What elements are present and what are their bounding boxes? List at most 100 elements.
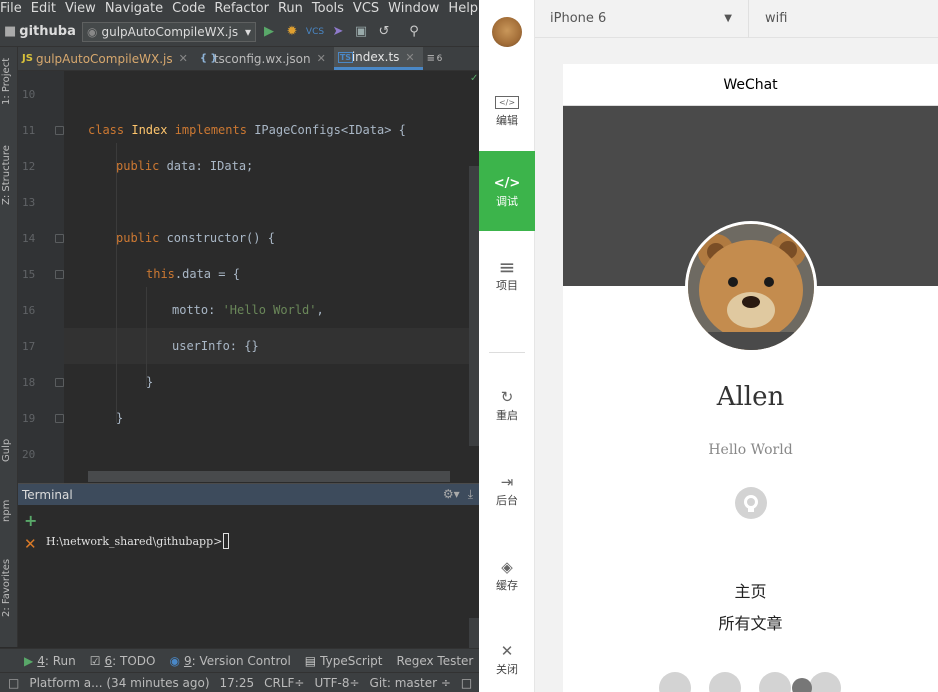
menu-home[interactable]: 主页 <box>563 578 938 602</box>
editor-horizontal-scrollbar[interactable] <box>64 470 469 483</box>
github-icon[interactable] <box>759 672 791 692</box>
debug-icon[interactable]: ✹ <box>282 22 302 42</box>
string-literal: 'Hello World' <box>222 303 317 317</box>
fold-marker-icon[interactable] <box>55 126 64 135</box>
lock-icon[interactable]: □ <box>461 676 472 690</box>
keyword: class <box>88 123 132 137</box>
close-icon[interactable]: ✕ <box>24 535 37 553</box>
github-icon[interactable] <box>709 672 741 692</box>
npm-tool-tab[interactable]: npm <box>1 500 12 522</box>
menu-refactor[interactable]: Refactor <box>214 1 269 16</box>
editor-vertical-scrollbar[interactable]: ✓ <box>469 71 479 483</box>
scroll-thumb[interactable] <box>469 618 479 648</box>
terminal-scrollbar[interactable] <box>469 505 479 648</box>
sidebar-label: 重启 <box>496 409 518 422</box>
fold-marker-icon[interactable] <box>55 270 64 279</box>
devtools-sidebar: </> 编辑 </> 调试 ≡ 项目 ↻ 重启 ⇥ 后台 ◈ 缓存 ✕ 关闭 <box>479 0 535 692</box>
run-icon[interactable]: ▶ <box>259 22 279 42</box>
gear-icon[interactable]: ⚙▾ <box>443 487 460 502</box>
line-number: 12 <box>22 160 36 173</box>
typescript-tool-button[interactable]: ▤ TypeScript <box>305 654 383 668</box>
line-separator[interactable]: CRLF÷ <box>264 676 304 690</box>
nav-bar: WeChat <box>563 64 938 106</box>
caret-position[interactable]: 17:25 <box>220 676 255 690</box>
stop-icon[interactable]: ▣ <box>351 22 371 42</box>
tab-overflow[interactable]: ≡ 6 <box>423 47 451 70</box>
github-icon[interactable] <box>809 672 841 692</box>
menu-tools[interactable]: Tools <box>312 1 344 16</box>
search-icon[interactable]: ⚲ <box>404 22 424 42</box>
close-icon[interactable]: ✕ <box>317 52 326 65</box>
user-motto: Hello World <box>708 442 793 458</box>
tab-tsconfig[interactable]: { } tsconfig.wx.json ✕ <box>196 47 334 70</box>
sidebar-item-edit[interactable]: </> 编辑 <box>479 80 535 140</box>
vcs-commit-icon[interactable]: ➤ <box>328 22 348 42</box>
code-line-15: this.data = { <box>146 267 240 281</box>
run-tool-button[interactable]: ▶ 4: Run <box>24 654 76 668</box>
status-message[interactable]: Platform a... (34 minutes ago) <box>29 676 209 690</box>
menu-navigate[interactable]: Navigate <box>105 1 163 16</box>
menu-window[interactable]: Window <box>388 1 439 16</box>
menu-edit[interactable]: Edit <box>31 1 56 16</box>
project-tool-tab[interactable]: 1: Project <box>1 58 12 105</box>
version-control-tool-button[interactable]: ◉ 9: Version Control <box>169 654 290 668</box>
user-avatar[interactable] <box>492 17 522 47</box>
run-config-label: gulpAutoCompileWX.js <box>101 24 239 39</box>
device-select[interactable]: iPhone 6 ▼ <box>535 0 749 38</box>
mnemonic: 6 <box>104 653 113 668</box>
github-icon[interactable] <box>659 672 691 692</box>
profile-avatar[interactable] <box>685 221 817 353</box>
line-number: 11 <box>22 124 36 137</box>
git-branch[interactable]: Git: master ÷ <box>370 676 451 690</box>
menu-code[interactable]: Code <box>172 1 205 16</box>
network-select[interactable]: wifi <box>749 11 787 26</box>
fold-marker-icon[interactable] <box>55 414 64 423</box>
history-icon[interactable]: ↺ <box>374 22 394 42</box>
folder-icon: ■ <box>4 24 17 39</box>
menu-file[interactable]: File <box>0 1 22 16</box>
sidebar-label: 调试 <box>496 195 518 208</box>
sidebar-item-cache[interactable]: ◈ 缓存 <box>479 550 535 600</box>
menu-help[interactable]: Help <box>448 1 478 16</box>
tabs-menu-icon: ≡ <box>426 53 436 64</box>
vcs-update-icon[interactable]: VCS <box>305 22 325 42</box>
hide-panel-icon[interactable]: ⤓ <box>468 487 473 502</box>
line-number: 18 <box>22 376 36 389</box>
chevron-down-icon: ▾ <box>244 24 251 39</box>
github-icon[interactable] <box>735 487 767 519</box>
fold-marker-icon[interactable] <box>55 378 64 387</box>
code-line-11: class Index implements IPageConfigs<IDat… <box>88 123 406 137</box>
code-editor[interactable]: class Index implements IPageConfigs<IDat… <box>64 71 469 483</box>
tab-index-ts[interactable]: TS index.ts ✕ <box>333 47 423 70</box>
line-number: 15 <box>22 268 36 281</box>
sidebar-item-close[interactable]: ✕ 关闭 <box>479 636 535 682</box>
menu-all-posts[interactable]: 所有文章 <box>563 610 938 634</box>
sidebar-item-project[interactable]: ≡ 项目 <box>479 250 535 300</box>
tab-gulp-js[interactable]: JS gulpAutoCompileWX.js ✕ <box>18 47 196 70</box>
file-encoding[interactable]: UTF-8÷ <box>314 676 359 690</box>
sidebar-item-background[interactable]: ⇥ 后台 <box>479 465 535 515</box>
todo-tool-button[interactable]: ☑ 6: TODO <box>90 654 156 668</box>
terminal-output[interactable]: H:\network_shared\githubapp> <box>44 505 469 648</box>
menu-run[interactable]: Run <box>278 1 303 16</box>
chevron-down-icon: ▼ <box>724 13 732 24</box>
gulp-tool-tab[interactable]: Gulp <box>1 439 12 462</box>
indent-guide <box>146 287 147 387</box>
structure-tool-tab[interactable]: Z: Structure <box>1 145 12 205</box>
fold-marker-icon[interactable] <box>55 234 64 243</box>
menu-vcs[interactable]: VCS <box>353 1 379 16</box>
close-icon[interactable]: ✕ <box>179 52 188 65</box>
project-breadcrumb[interactable]: ■ githubap <box>4 24 76 39</box>
tool-window-bar: ▶ 4: Run ☑ 6: TODO ◉ 9: Version Control … <box>0 648 479 672</box>
run-config-select[interactable]: ◉ gulpAutoCompileWX.js ▾ <box>82 21 256 42</box>
scroll-thumb[interactable] <box>88 471 450 482</box>
sidebar-item-debug[interactable]: </> 调试 <box>479 151 535 231</box>
menu-view[interactable]: View <box>65 1 96 16</box>
typescript-icon: ▤ <box>304 653 317 668</box>
favorites-tool-tab[interactable]: 2: Favorites <box>1 559 12 617</box>
regex-tester-tool-button[interactable]: Regex Tester <box>397 654 474 668</box>
scroll-thumb[interactable] <box>469 166 479 446</box>
close-icon[interactable]: ✕ <box>405 51 414 64</box>
add-icon[interactable]: + <box>24 511 37 530</box>
sidebar-item-restart[interactable]: ↻ 重启 <box>479 380 535 430</box>
